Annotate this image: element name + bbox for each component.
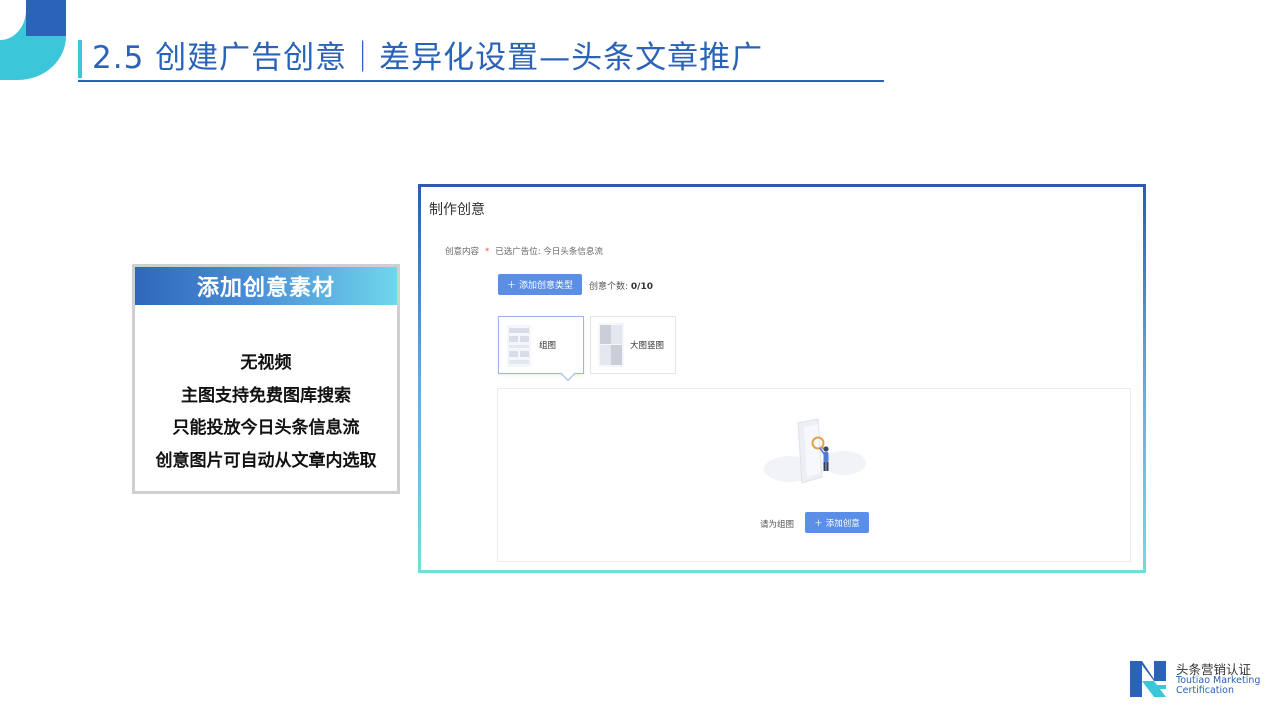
brand-name-en: Toutiao Marketing Certification	[1176, 676, 1260, 696]
creative-count-value: 0/10	[630, 282, 653, 292]
panel-title: 制作创意	[429, 202, 485, 218]
brand-logo-icon	[1128, 659, 1168, 699]
title-bar: 2.5 创建广告创意｜差异化设置—头条文章推广	[78, 38, 884, 82]
plus-icon: ＋	[814, 518, 823, 529]
type-card-label: 大图竖图	[630, 341, 665, 351]
content-label: 创意内容	[445, 247, 480, 257]
page-title: 2.5 创建广告创意｜差异化设置—头条文章推广	[92, 40, 764, 76]
type-card-label: 组图	[539, 341, 557, 351]
feature-card: 添加创意素材 无视频 主图支持免费图库搜索 只能投放今日头条信息流 创意图片可自…	[132, 264, 400, 494]
title-accent-bar	[78, 40, 82, 78]
brand-logo: 头条营销认证 Toutiao Marketing Certification	[1128, 656, 1260, 700]
plus-icon: ＋	[506, 281, 516, 291]
type-card-vertical-image[interactable]: 大图竖图	[590, 316, 676, 374]
active-pointer	[560, 366, 576, 382]
feature-item: 无视频	[240, 353, 292, 373]
image-group-icon	[507, 325, 531, 367]
create-creative-panel: 制作创意 创意内容 * 已选广告位: 今日头条信息流 ＋ 添加创意类型 创意个数: …	[421, 187, 1143, 570]
add-creative-label: 添加创意	[825, 518, 860, 529]
content-row: 创意内容 * 已选广告位: 今日头条信息流	[445, 245, 603, 257]
feature-card-title: 添加创意素材	[196, 276, 335, 301]
feature-item: 只能投放今日头条信息流	[172, 418, 360, 438]
creative-count-label: 创意个数:	[589, 282, 629, 292]
required-mark: *	[485, 247, 490, 257]
screenshot-frame: 制作创意 创意内容 * 已选广告位: 今日头条信息流 ＋ 添加创意类型 创意个数: …	[418, 184, 1146, 573]
corner-decoration	[0, 0, 66, 80]
vertical-image-icon	[598, 323, 624, 367]
creative-content-area: 请为组图 ＋ 添加创意	[497, 388, 1131, 562]
placement-text: 已选广告位: 今日头条信息流	[495, 247, 603, 257]
add-creative-type-button[interactable]: ＋ 添加创意类型	[498, 274, 582, 295]
brand-name-en-line2: Certification	[1176, 685, 1234, 696]
add-creative-type-label: 添加创意类型	[519, 281, 574, 291]
add-creative-button[interactable]: ＋ 添加创意	[805, 512, 869, 533]
empty-state-hint: 请为组图	[760, 520, 795, 530]
feature-list: 无视频 主图支持免费图库搜索 只能投放今日头条信息流 创意图片可自动从文章内选取	[135, 305, 397, 477]
type-card-image-group[interactable]: 组图	[498, 316, 584, 382]
feature-item: 主图支持免费图库搜索	[181, 385, 351, 406]
feature-item: 创意图片可自动从文章内选取	[155, 450, 377, 471]
creative-count: 创意个数: 0/10	[589, 279, 653, 292]
empty-state-illustration	[764, 418, 866, 484]
feature-card-header: 添加创意素材	[135, 267, 397, 305]
